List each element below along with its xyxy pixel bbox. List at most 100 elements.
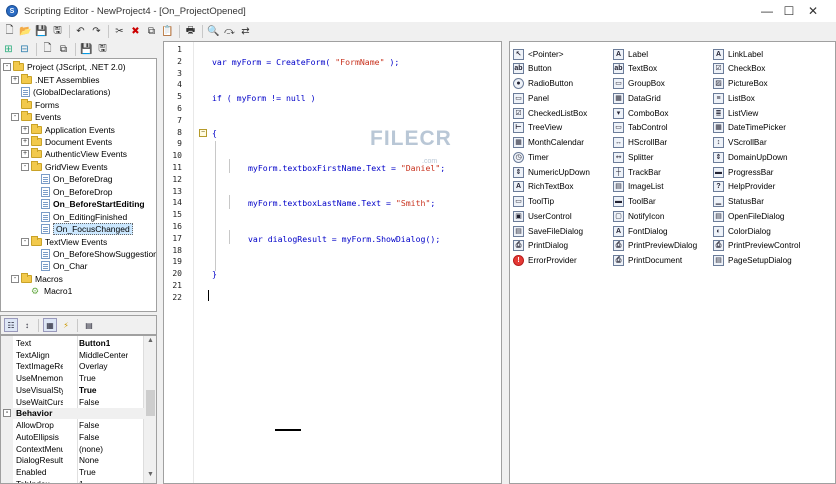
toolbox-item[interactable]: ◐ ColorDialog	[713, 224, 771, 238]
toolbox-item[interactable]: ▦ MonthCalendar	[513, 136, 584, 150]
fold-toggle-icon[interactable]: −	[199, 129, 207, 137]
property-value[interactable]: True	[63, 373, 96, 383]
toolbox-item[interactable]: ▤ PageSetupDialog	[713, 254, 792, 268]
property-row[interactable]: Text Button1	[1, 337, 144, 349]
copy-script-icon[interactable]: ⧉	[57, 43, 70, 56]
events-icon[interactable]: ⚡	[59, 318, 73, 332]
redo-icon[interactable]: ↷	[90, 25, 103, 38]
expand-icon[interactable]: +	[21, 125, 29, 134]
toolbox-item[interactable]: ⇕ DomainUpDown	[713, 150, 788, 164]
new-file-icon[interactable]: 🗋	[3, 25, 16, 38]
code-line-5[interactable]: if ( myForm != null )	[212, 93, 316, 103]
property-grid-scrollbar[interactable]: ▲ ▼	[143, 336, 156, 483]
property-row[interactable]: UseVisualStyleETrue	[1, 384, 144, 396]
property-value[interactable]: Button1	[63, 338, 110, 348]
scroll-down-icon[interactable]: ▼	[144, 471, 156, 483]
alphabetical-icon[interactable]: ↕	[20, 318, 34, 332]
toolbox-item[interactable]: ⎙ PrintDocument	[613, 254, 682, 268]
expand-icon[interactable]: +	[21, 137, 29, 146]
tree-item[interactable]: On_Char	[31, 260, 88, 273]
toolbox-item[interactable]: ! ErrorProvider	[513, 254, 577, 268]
toolbox-item[interactable]: ▁ StatusBar	[713, 195, 764, 209]
toolbox-item[interactable]: ☑ CheckBox	[713, 62, 765, 76]
property-row[interactable]: AutoEllipsis False	[1, 431, 144, 443]
property-value[interactable]: Overlay	[63, 361, 108, 371]
toolbox-item[interactable]: ⎙ PrintPreviewDialog	[613, 239, 697, 253]
property-row[interactable]: UseMnemonicTrue	[1, 372, 144, 384]
toolbox-item[interactable]: ● RadioButton	[513, 77, 573, 91]
property-value[interactable]: None	[63, 455, 99, 465]
tree-item[interactable]: - Events	[11, 111, 61, 124]
add-item-icon[interactable]: ⊞	[2, 43, 15, 56]
toolbox-item[interactable]: ab TextBox	[613, 62, 657, 76]
toolbox-item[interactable]: ⇿ Splitter	[613, 150, 653, 164]
toolbox-item[interactable]: A LinkLabel	[713, 47, 763, 61]
toolbox-item[interactable]: A RichTextBox	[513, 180, 574, 194]
code-editor[interactable]: 1 2 3 4 5 6 7 8 9 10 11 12 13 14 15 16 17 18 19 20 21 22 var …	[163, 41, 502, 484]
save-all-icon[interactable]: 🖫	[51, 25, 64, 38]
toolbox-item[interactable]: ▤ SaveFileDialog	[513, 224, 583, 238]
code-line-17[interactable]: var dialogResult = myForm.ShowDialog();	[248, 234, 440, 244]
code-line-14[interactable]: myForm.textboxLastName.Text = "Smith";	[248, 198, 435, 208]
property-value[interactable]: False	[63, 397, 99, 407]
expand-icon[interactable]: +	[11, 75, 19, 84]
property-value[interactable]: True	[63, 467, 96, 477]
tree-item[interactable]: + Application Events	[21, 123, 115, 136]
toolbox-item[interactable]: ▨ PictureBox	[713, 77, 768, 91]
scrollbar-thumb[interactable]	[146, 390, 155, 416]
property-value[interactable]: False	[63, 420, 99, 430]
tree-item[interactable]: On_EditingFinished	[31, 210, 127, 223]
toolbox-item[interactable]: A FontDialog	[613, 224, 668, 238]
expand-icon[interactable]: +	[21, 150, 29, 159]
close-button[interactable]: ✕	[790, 0, 836, 22]
property-value[interactable]: MiddleCenter	[63, 350, 128, 360]
save-project-all-icon[interactable]: 🖫	[96, 43, 109, 56]
cut-icon[interactable]: ✂	[113, 25, 126, 38]
code-line-8[interactable]: {	[212, 128, 217, 138]
toolbox-item[interactable]: ▭ ToolTip	[513, 195, 554, 209]
toolbox-item[interactable]: ▤ OpenFileDialog	[713, 209, 784, 223]
project-tree[interactable]: - Project (JScript, .NET 2.0) + .NET Assemb…	[0, 58, 157, 312]
tree-item[interactable]: On_BeforeDrop	[31, 186, 113, 199]
property-row[interactable]: ContextMenuStr(none)	[1, 443, 144, 455]
undo-icon[interactable]: ↶	[74, 25, 87, 38]
tree-item[interactable]: On_BeforeShowSuggestions	[31, 248, 156, 261]
toolbox-item[interactable]: ▦ DateTimePicker	[713, 121, 786, 135]
toolbox-item[interactable]: ⎙ PrintDialog	[513, 239, 568, 253]
property-row[interactable]: DialogResult None	[1, 455, 144, 467]
toolbox-item[interactable]: ab Button	[513, 62, 552, 76]
toolbox-item[interactable]: ↕ VScrollBar	[713, 136, 767, 150]
tree-item[interactable]: + Document Events	[21, 135, 112, 149]
print-icon[interactable]: 🖶	[184, 25, 197, 38]
toolbox-item[interactable]: ⊢ TreeView	[513, 121, 562, 135]
toolbox-item[interactable]: A Label	[613, 47, 648, 61]
code-line-2[interactable]: var myForm = CreateForm( "FormName" );	[212, 57, 399, 67]
delete-icon[interactable]: ✖	[129, 25, 142, 38]
toolbox-item[interactable]: ┼ TrackBar	[613, 165, 661, 179]
property-row[interactable]: UseWaitCursorFalse	[1, 396, 144, 408]
code-line-20[interactable]: }	[212, 269, 217, 279]
property-row[interactable]: TextAlign MiddleCenter	[1, 349, 144, 361]
toolbox-item[interactable]: ↔ HScrollBar	[613, 136, 667, 150]
categorized-icon[interactable]: ☷	[4, 318, 18, 332]
toolbox-item[interactable]: ☑ CheckedListBox	[513, 106, 587, 120]
find-next-icon[interactable]: ⤼	[223, 25, 236, 38]
collapse-icon[interactable]: -	[21, 162, 29, 171]
toolbox-item[interactable]: ▬ ProgressBar	[713, 165, 774, 179]
find-icon[interactable]: 🔍	[207, 25, 220, 38]
properties-icon[interactable]: ▦	[43, 318, 57, 332]
toolbox-item[interactable]: ▦ DataGrid	[613, 91, 661, 105]
tree-item[interactable]: - Project (JScript, .NET 2.0)	[3, 61, 126, 74]
new-script-icon[interactable]: 🗋	[41, 43, 54, 56]
copy-icon[interactable]: ⧉	[145, 25, 158, 38]
property-row[interactable]: AllowDrop False	[1, 419, 144, 431]
replace-icon[interactable]: ⇄	[239, 25, 252, 38]
toolbox-item[interactable]: ▭ GroupBox	[613, 77, 665, 91]
save-project-icon[interactable]: 💾	[80, 43, 93, 56]
collapse-icon[interactable]: -	[21, 237, 29, 246]
tree-item[interactable]: - GridView Events	[21, 160, 108, 174]
toolbox-item[interactable]: ⎙ PrintPreviewControl	[713, 239, 800, 253]
property-value[interactable]: 1	[63, 479, 84, 483]
open-folder-icon[interactable]: 📂	[19, 25, 32, 38]
tree-item[interactable]: - Macros	[11, 272, 63, 286]
